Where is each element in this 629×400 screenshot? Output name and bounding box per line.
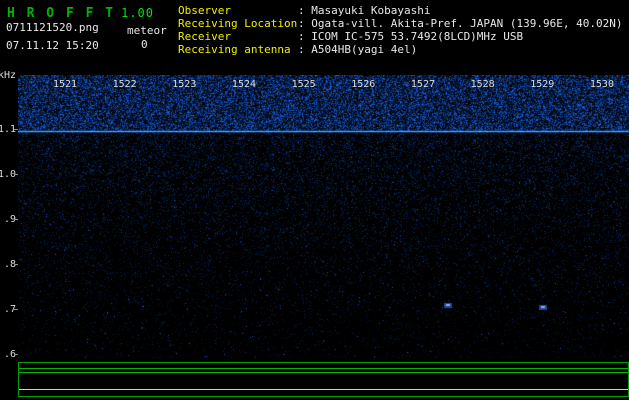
info-label: Receiving antenna [178, 43, 291, 56]
app-logo-letters: H R O F F T [7, 6, 116, 21]
freq-tick-mark [14, 264, 18, 265]
station-info-row: Receiver : ICOM IC-575 53.7492(8LCD)MHz U… [178, 30, 623, 43]
time-tick-label: 1528 [470, 79, 495, 90]
info-value: : Ogata-vill. Akita-Pref. JAPAN (139.96E… [298, 17, 623, 30]
frequency-axis: kHz 1.1 1.0.9.8.7.6 [0, 0, 18, 400]
info-value: : Masayuki Kobayashi [298, 4, 431, 17]
freq-tick-mark [14, 174, 18, 175]
time-tick-label: 1522 [112, 79, 137, 90]
output-filename: 0711121520.png [6, 21, 99, 34]
app-logo: H R O F F T 1.00 [7, 2, 154, 21]
time-tick-label: 1529 [530, 79, 555, 90]
strip-line [19, 389, 628, 390]
info-value: : ICOM IC-575 53.7492(8LCD)MHz USB [298, 30, 524, 43]
timestamp: 07.11.12 15:20 [6, 39, 99, 52]
info-label: Receiving Location [178, 17, 298, 30]
time-tick-label: 1524 [231, 79, 257, 90]
time-tick-label: 1526 [351, 79, 376, 90]
info-label: Receiver [178, 30, 231, 43]
app-version: 1.00 [121, 6, 154, 20]
freq-tick-mark [14, 219, 18, 220]
freq-tick-mark [14, 309, 18, 310]
time-tick-label: 1521 [52, 79, 78, 90]
station-info-row: Observer : Masayuki Kobayashi [178, 4, 623, 17]
freq-tick-mark [14, 354, 18, 355]
meteor-count: 0 [141, 38, 148, 51]
time-tick-label: 1525 [291, 79, 316, 90]
hrofft-screen: H R O F F T 1.00 0711121520.png meteor 0 … [0, 0, 629, 400]
strip-line [19, 368, 628, 369]
info-label: Observer [178, 4, 231, 17]
spectrogram-canvas [18, 75, 629, 358]
station-info: Observer : Masayuki Kobayashi Receiving Lo… [178, 4, 623, 56]
station-info-row: Receiving antenna : A504HB(yagi 4el) [178, 43, 623, 56]
time-tick-label: 1527 [410, 79, 435, 90]
mode-label: meteor [127, 24, 167, 37]
station-info-row: Receiving Location: Ogata-vill. Akita-Pr… [178, 17, 623, 30]
signal-level-strip [18, 362, 629, 397]
info-value: : A504HB(yagi 4el) [298, 43, 418, 56]
time-tick-label: 1523 [172, 79, 197, 90]
time-axis: 1521 1522 1523 1524 1525 1526 1527 1528 1529 1530 [0, 79, 629, 91]
freq-tick-mark [14, 129, 18, 130]
strip-line [19, 372, 628, 373]
time-tick-label: 1530 [589, 79, 614, 90]
